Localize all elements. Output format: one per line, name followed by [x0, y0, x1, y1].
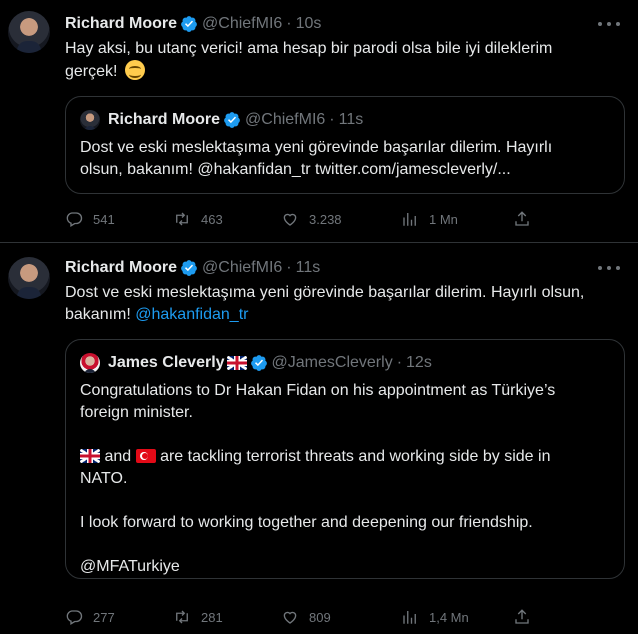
quoted-author-handle: @ChiefMI6	[245, 111, 326, 128]
like-button[interactable]: 3.238	[281, 210, 342, 228]
like-count: 809	[309, 609, 331, 625]
views-button[interactable]: 1,4 Mn	[401, 608, 469, 626]
quoted-text-line: Dost ve eski meslektaşıma yeni görevinde…	[80, 139, 553, 156]
quoted-tweet-header: James Cleverly @JamesCleverly · 12s	[80, 352, 432, 374]
more-icon[interactable]	[598, 17, 620, 31]
retweet-button[interactable]: 463	[173, 210, 223, 228]
quoted-text-line: are tackling terrorist threats and worki…	[160, 448, 551, 465]
reply-count: 541	[93, 211, 115, 227]
tweet-header: Richard Moore @ChiefMI6 · 10s	[65, 12, 321, 36]
reply-icon	[66, 610, 83, 625]
more-icon[interactable]	[598, 261, 620, 275]
separator-dot: ·	[286, 259, 292, 276]
views-count: 1 Mn	[429, 211, 458, 227]
verified-icon	[181, 16, 197, 32]
quoted-tweet-text: Dost ve eski meslektaşıma yeni görevinde…	[80, 137, 600, 181]
separator-dot: ·	[286, 15, 292, 32]
like-icon	[283, 611, 297, 624]
quoted-author-handle: @JamesCleverly	[271, 354, 393, 371]
reply-button[interactable]: 541	[65, 210, 115, 228]
quoted-author-avatar	[80, 353, 100, 373]
verified-icon	[250, 355, 267, 371]
tweet-text-line: Dost ve eski meslektaşıma yeni görevinde…	[65, 284, 585, 301]
views-icon	[403, 213, 416, 226]
quoted-paragraph: @MFATurkiye	[80, 556, 600, 578]
retweet-count: 281	[201, 609, 223, 625]
tweet-time[interactable]: 10s	[296, 15, 322, 33]
share-icon	[515, 211, 529, 226]
reply-count: 277	[93, 609, 115, 625]
share-button[interactable]	[513, 608, 541, 626]
tweet-text-line: gerçek!	[65, 63, 118, 80]
tweet-text-line: Hay aksi, bu utanç verici! ama hesap bir…	[65, 40, 553, 57]
verified-icon	[224, 112, 240, 128]
tweet-text: Hay aksi, bu utanç verici! ama hesap bir…	[65, 38, 595, 83]
like-button[interactable]: 809	[281, 608, 331, 626]
quoted-paragraph: I look forward to working together and d…	[80, 512, 600, 534]
quoted-paragraph: Congratulations to Dr Hakan Fidan on his…	[80, 380, 600, 424]
tweet[interactable]: Richard Moore @ChiefMI6 · 11s Dost ve es…	[0, 244, 638, 634]
verified-icon	[181, 260, 197, 276]
quoted-text-line: olsun, bakanım! @hakanfidan_tr twitter.c…	[80, 161, 511, 178]
share-button[interactable]	[513, 210, 541, 228]
uk-flag-icon	[226, 356, 247, 370]
quoted-text-line: @MFATurkiye	[80, 558, 180, 575]
uk-flag-icon	[80, 449, 100, 463]
separator-dot: ·	[396, 354, 403, 371]
like-icon	[283, 213, 297, 226]
separator-dot: ·	[329, 111, 335, 128]
views-button[interactable]: 1 Mn	[401, 210, 458, 228]
share-icon	[515, 609, 529, 624]
quoted-author-name: James Cleverly	[108, 354, 225, 371]
author-name[interactable]: Richard Moore	[65, 259, 177, 277]
retweet-icon	[176, 610, 188, 624]
retweet-count: 463	[201, 211, 223, 227]
quoted-text-line: foreign minister.	[80, 404, 193, 421]
retweet-button[interactable]: 281	[173, 608, 223, 626]
quoted-text-line: I look forward to working together and d…	[80, 514, 533, 531]
quoted-text-line: NATO.	[80, 470, 128, 487]
quoted-tweet[interactable]: James Cleverly @JamesCleverly · 12s Cong…	[65, 339, 625, 579]
quoted-author-avatar	[80, 110, 100, 130]
quoted-tweet-text: Congratulations to Dr Hakan Fidan on his…	[80, 380, 600, 578]
quoted-author-name: Richard Moore	[108, 111, 221, 128]
quoted-tweet-header: Richard Moore @ChiefMI6 · 11s	[80, 109, 363, 131]
author-handle[interactable]: @ChiefMI6	[202, 15, 282, 33]
tweet[interactable]: Richard Moore @ChiefMI6 · 10s Hay aksi, …	[0, 0, 638, 243]
author-handle[interactable]: @ChiefMI6	[202, 259, 282, 277]
quoted-tweet-time: 12s	[406, 354, 432, 371]
reply-button[interactable]: 277	[65, 608, 115, 626]
author-name[interactable]: Richard Moore	[65, 15, 177, 33]
quoted-tweet[interactable]: Richard Moore @ChiefMI6 · 11s Dost ve es…	[65, 96, 625, 194]
reply-icon	[66, 212, 83, 227]
tweet-text-line: bakanım!	[65, 306, 131, 323]
tweet-text: Dost ve eski meslektaşıma yeni görevinde…	[65, 282, 595, 326]
tweet-header: Richard Moore @ChiefMI6 · 11s	[65, 256, 320, 280]
like-count: 3.238	[309, 211, 342, 227]
quoted-tweet-time: 11s	[338, 111, 364, 128]
turkey-flag-icon	[135, 449, 156, 463]
quoted-text-word: and	[104, 448, 132, 465]
smile-emoji	[124, 60, 145, 80]
quoted-paragraph: and are tackling terrorist threats and w…	[80, 446, 600, 490]
views-icon	[403, 611, 416, 624]
tweet-actions: 541 463 3.238 1 Mn	[65, 208, 545, 230]
tweet-time[interactable]: 11s	[296, 259, 321, 277]
tweet-actions: 277 281 809 1,4 Mn	[65, 606, 545, 628]
quoted-text-line: Congratulations to Dr Hakan Fidan on his…	[80, 382, 556, 399]
author-avatar[interactable]	[8, 11, 50, 53]
mention-link[interactable]: @hakanfidan_tr	[135, 306, 248, 323]
views-count: 1,4 Mn	[429, 609, 469, 625]
retweet-icon	[176, 212, 188, 226]
author-avatar[interactable]	[8, 257, 50, 299]
